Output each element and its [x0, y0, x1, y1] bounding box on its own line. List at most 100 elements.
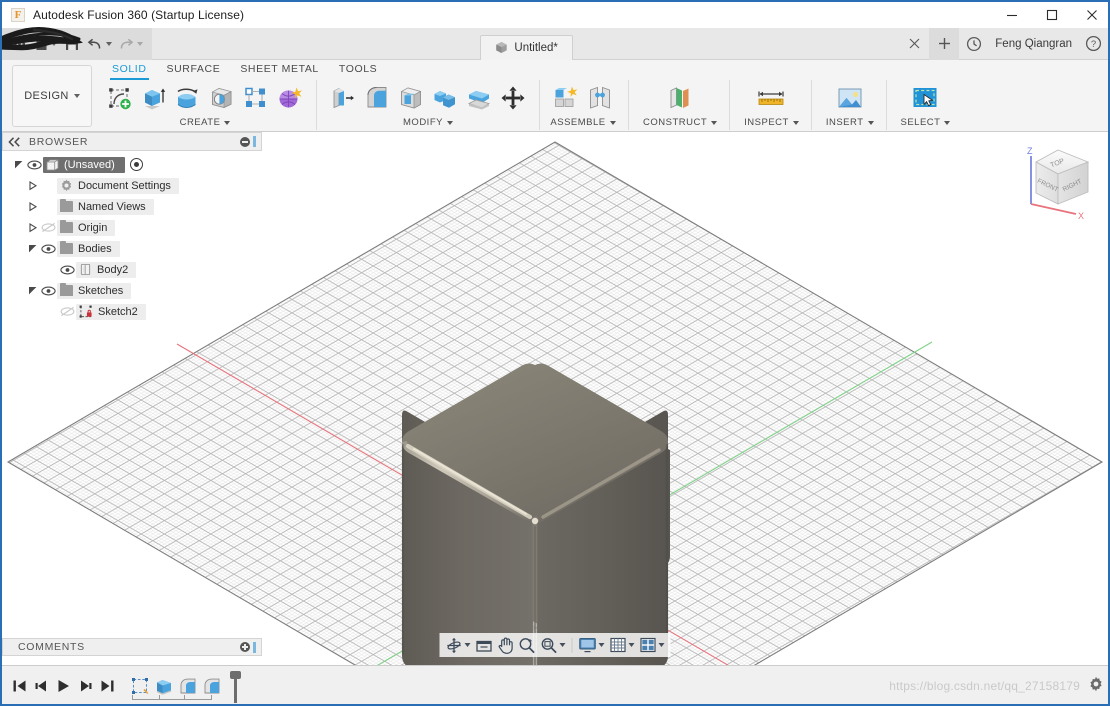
ribbon-group-construct-label[interactable]: CONSTRUCT	[643, 116, 717, 129]
activate-component-radio[interactable]	[130, 158, 143, 171]
shell-icon[interactable]	[395, 81, 427, 115]
create-form-icon[interactable]	[274, 81, 306, 115]
tree-item-document-settings[interactable]: Document Settings	[57, 178, 179, 194]
zoom-icon[interactable]	[517, 634, 538, 656]
twisty-closed-icon[interactable]	[26, 200, 39, 213]
twisty-closed-icon[interactable]	[26, 221, 39, 234]
new-component-icon[interactable]	[550, 81, 582, 115]
recent-clock-icon[interactable]	[961, 31, 987, 57]
tree-item-origin[interactable]: Origin	[57, 220, 115, 236]
tree-row-document-settings[interactable]: Document Settings	[2, 175, 262, 196]
tree-row-sketch2[interactable]: Sketch2	[2, 301, 262, 322]
visibility-eye-icon[interactable]	[58, 263, 76, 277]
rectangular-pattern-icon[interactable]	[240, 81, 272, 115]
user-account-name[interactable]: Feng Qiangran	[989, 38, 1078, 50]
viewports-icon[interactable]	[638, 634, 667, 656]
tree-item-sketches[interactable]: Sketches	[57, 283, 131, 299]
timeline-playhead[interactable]	[230, 671, 241, 703]
grid-snaps-caret-icon[interactable]	[629, 643, 635, 647]
ribbon-group-modify-label[interactable]: MODIFY	[403, 116, 453, 129]
construct-plane-icon[interactable]	[662, 81, 698, 115]
comments-add-icon[interactable]	[240, 642, 250, 652]
hole-icon[interactable]	[206, 81, 238, 115]
document-tab-close-icon[interactable]	[901, 31, 927, 57]
help-icon[interactable]: ?	[1080, 31, 1106, 57]
document-tab-untitled[interactable]: Untitled*	[480, 35, 572, 60]
timeline-step-forward-icon[interactable]	[74, 673, 96, 699]
visibility-eye-off-icon[interactable]	[39, 221, 57, 235]
move-copy-icon[interactable]	[497, 81, 529, 115]
redo-caret-icon[interactable]	[137, 42, 143, 46]
orbit-icon[interactable]	[444, 634, 473, 656]
visibility-eye-off-icon[interactable]	[58, 305, 76, 319]
ribbon-tab-solid[interactable]: SOLID	[102, 60, 157, 78]
visibility-eye-icon[interactable]	[39, 284, 57, 298]
new-file-icon[interactable]	[32, 31, 60, 57]
minimize-icon[interactable]	[992, 1, 1032, 29]
orbit-caret-icon[interactable]	[465, 643, 471, 647]
undo-icon[interactable]	[84, 31, 115, 57]
tree-item-unsaved[interactable]: (Unsaved)	[43, 157, 125, 173]
close-icon[interactable]	[1072, 1, 1110, 29]
new-file-caret-icon[interactable]	[51, 42, 57, 46]
tree-row-sketches[interactable]: Sketches	[2, 280, 262, 301]
ribbon-group-inspect-label[interactable]: INSPECT	[744, 116, 799, 129]
twisty-open-icon[interactable]	[26, 242, 39, 255]
maximize-icon[interactable]	[1032, 1, 1072, 29]
comments-resize-grip[interactable]	[253, 642, 256, 653]
view-cube[interactable]: Z X TOP FRONT RIGHT	[1014, 142, 1100, 222]
visibility-eye-icon[interactable]	[39, 242, 57, 256]
pan-icon[interactable]	[496, 634, 516, 656]
collapse-left-icon[interactable]	[8, 137, 21, 147]
tree-item-named-views[interactable]: Named Views	[57, 199, 154, 215]
ribbon-group-create-label[interactable]: CREATE	[180, 116, 231, 129]
ribbon-group-select-label[interactable]: SELECT	[901, 116, 951, 129]
select-window-icon[interactable]	[907, 81, 943, 115]
tree-row-body2[interactable]: Body2	[2, 259, 262, 280]
fillet-icon[interactable]	[361, 81, 393, 115]
timeline-step-back-icon[interactable]	[30, 673, 52, 699]
tree-item-bodies[interactable]: Bodies	[57, 241, 120, 257]
twisty-open-icon[interactable]	[26, 284, 39, 297]
new-sketch-icon[interactable]	[104, 81, 136, 115]
ribbon-tab-tools[interactable]: TOOLS	[329, 60, 387, 78]
twisty-open-icon[interactable]	[12, 158, 25, 171]
timeline-jump-end-icon[interactable]	[96, 673, 118, 699]
ribbon-group-assemble-label[interactable]: ASSEMBLE	[550, 116, 615, 129]
workspace-switcher-button[interactable]: DESIGN	[12, 65, 92, 127]
timeline-settings-icon[interactable]	[1088, 676, 1104, 697]
grid-snaps-icon[interactable]	[608, 634, 637, 656]
tree-row-named-views[interactable]: Named Views	[2, 196, 262, 217]
ribbon-tab-surface[interactable]: SURFACE	[157, 60, 231, 78]
app-grid-icon[interactable]	[8, 31, 32, 57]
combine-icon[interactable]	[429, 81, 461, 115]
tree-item-body2[interactable]: Body2	[76, 262, 136, 278]
extrude-icon[interactable]	[138, 81, 170, 115]
redo-icon[interactable]	[115, 31, 146, 57]
save-icon[interactable]	[60, 31, 84, 57]
ribbon-group-insert-label[interactable]: INSERT	[826, 116, 874, 129]
browser-minus-icon[interactable]	[240, 137, 250, 147]
viewports-caret-icon[interactable]	[659, 643, 665, 647]
ribbon-tab-sheet-metal[interactable]: SHEET METAL	[230, 60, 329, 78]
tree-item-sketch2[interactable]: Sketch2	[76, 304, 146, 320]
display-settings-caret-icon[interactable]	[599, 643, 605, 647]
offset-face-icon[interactable]	[463, 81, 495, 115]
browser-resize-grip[interactable]	[253, 136, 256, 147]
zoom-window-icon[interactable]	[539, 634, 568, 656]
display-settings-icon[interactable]	[577, 634, 607, 656]
measure-icon[interactable]	[753, 81, 789, 115]
tree-row-unsaved[interactable]: (Unsaved)	[2, 154, 262, 175]
timeline-jump-start-icon[interactable]	[8, 673, 30, 699]
undo-caret-icon[interactable]	[106, 42, 112, 46]
tree-row-origin[interactable]: Origin	[2, 217, 262, 238]
timeline-play-icon[interactable]	[52, 673, 74, 699]
tree-row-bodies[interactable]: Bodies	[2, 238, 262, 259]
zoom-window-caret-icon[interactable]	[560, 643, 566, 647]
new-tab-button[interactable]	[929, 28, 959, 60]
press-pull-icon[interactable]	[327, 81, 359, 115]
visibility-eye-icon[interactable]	[25, 158, 43, 172]
insert-image-icon[interactable]	[832, 81, 868, 115]
revolve-icon[interactable]	[172, 81, 204, 115]
joint-icon[interactable]	[584, 81, 616, 115]
